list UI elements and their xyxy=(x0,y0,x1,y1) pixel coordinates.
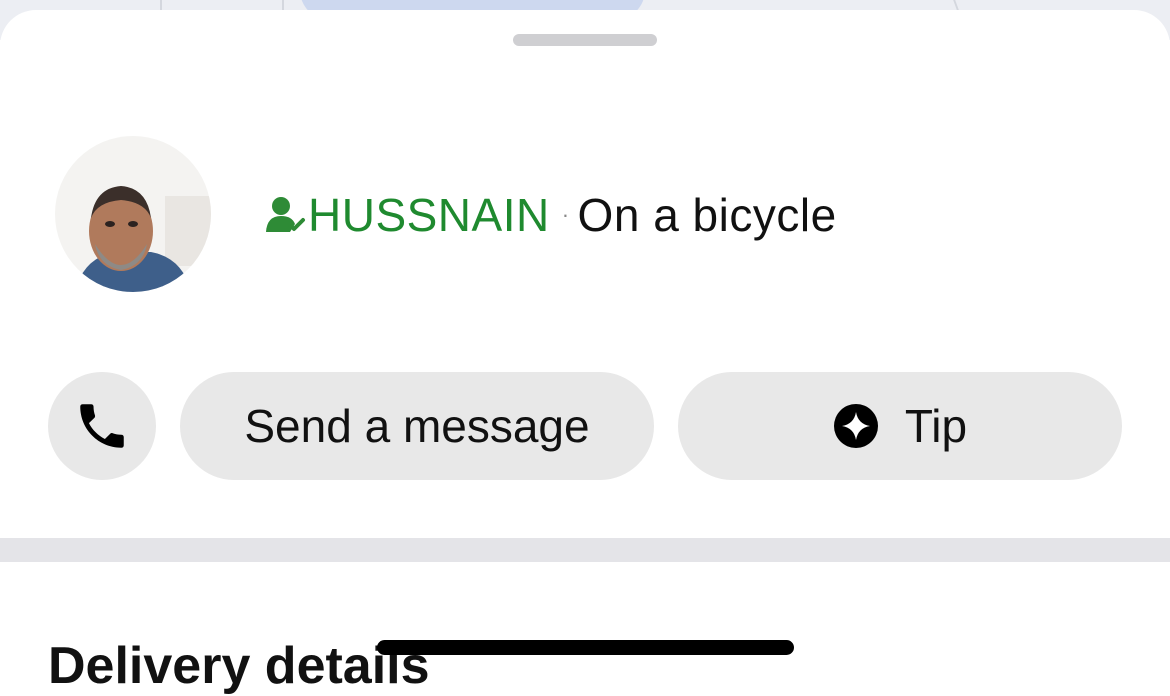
call-button[interactable] xyxy=(48,372,156,480)
section-divider xyxy=(0,538,1170,562)
driver-photo xyxy=(55,136,211,292)
bottom-sheet[interactable]: HUSSNAIN · On a bicycle Send a message T… xyxy=(0,10,1170,538)
phone-icon xyxy=(80,404,124,448)
delivery-details-heading: Delivery details xyxy=(48,637,430,695)
home-indicator[interactable] xyxy=(377,640,794,655)
vehicle-type: On a bicycle xyxy=(577,189,837,241)
sparkle-icon xyxy=(833,404,878,448)
driver-avatar xyxy=(55,136,211,292)
driver-name: HUSSNAIN xyxy=(308,189,550,241)
verified-person-icon xyxy=(266,197,305,232)
driver-info: HUSSNAIN · On a bicycle xyxy=(264,186,837,244)
separator-dot: · xyxy=(561,202,570,227)
tip-button[interactable]: Tip xyxy=(678,372,1122,480)
send-message-label: Send a message xyxy=(244,400,590,452)
send-message-button[interactable]: Send a message xyxy=(180,372,654,480)
tip-label: Tip xyxy=(904,400,968,452)
sheet-grabber-handle[interactable] xyxy=(513,34,657,46)
